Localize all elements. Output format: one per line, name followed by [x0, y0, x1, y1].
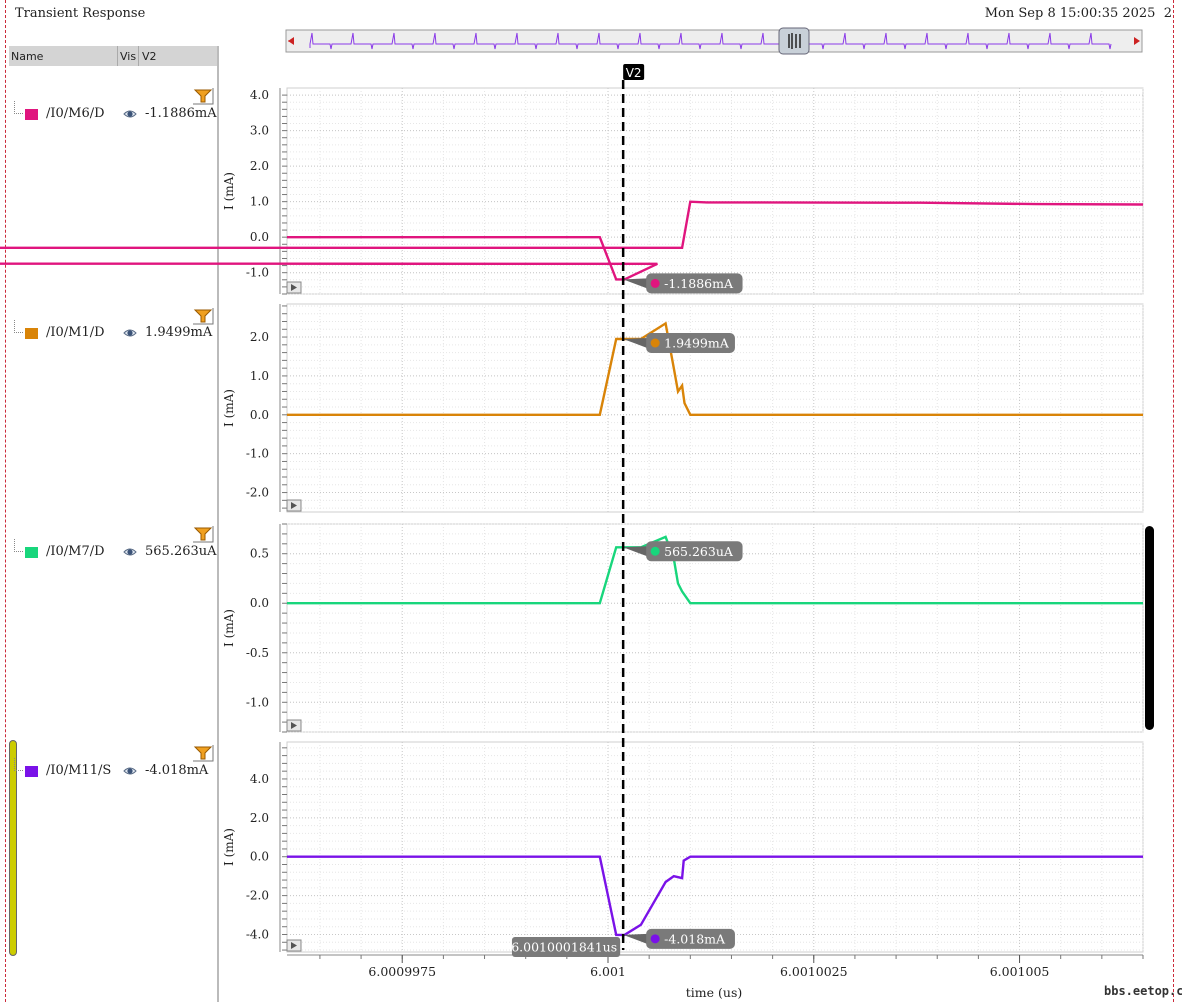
eye-icon[interactable] — [123, 326, 137, 340]
y-tick-label: -4.0 — [246, 928, 269, 942]
y-tick-label: -1.0 — [246, 695, 269, 709]
waveform-chart[interactable]: 4.0 3.0 2.0 1.0 0.0 -1.0 I (mA) -1.1886mA 2.0 1.0… — [0, 0, 1182, 1002]
trace-row[interactable]: /I0/M7/D 565.263uA — [9, 539, 217, 563]
eye-icon[interactable] — [123, 764, 137, 778]
tree-connector — [14, 539, 23, 552]
y-tick-label: 4.0 — [250, 88, 269, 102]
x-tick-label: 6.0010025 — [780, 964, 848, 979]
marker-value-label: 1.9499mA — [664, 335, 730, 350]
trace-cursor-value: 565.263uA — [145, 544, 217, 559]
subplot[interactable]: 4.0 2.0 0.0 -2.0 -4.0 I (mA) -4.018mA — [222, 741, 1144, 953]
cursor-name: V2 — [626, 66, 642, 80]
filter-icon[interactable] — [192, 744, 214, 762]
x-tick-label: 6.0009975 — [368, 964, 436, 979]
tree-connector — [14, 101, 23, 114]
trace-color-swatch[interactable] — [25, 109, 38, 120]
tree-connector — [14, 758, 23, 771]
trace-row[interactable]: /I0/M11/S -4.018mA — [9, 758, 217, 782]
y-tick-label: 3.0 — [250, 124, 269, 138]
overview-handle[interactable] — [778, 27, 810, 55]
x-tick-label: 6.001 — [590, 964, 626, 979]
x-tick-label: 6.001005 — [990, 964, 1050, 979]
trace-cursor-value: -4.018mA — [145, 763, 209, 778]
plot-area[interactable] — [286, 741, 1144, 953]
y-axis-label: I (mA) — [222, 828, 236, 866]
y-tick-label: 2.0 — [250, 811, 269, 825]
y-tick-label: 1.0 — [250, 195, 269, 209]
tree-connector — [14, 320, 23, 333]
y-tick-label: -0.5 — [246, 646, 269, 660]
trace-name: /I0/M1/D — [46, 325, 105, 340]
y-tick-label: -1.0 — [246, 266, 269, 280]
marker-dot — [650, 546, 660, 556]
trace-color-swatch[interactable] — [25, 547, 38, 558]
y-tick-label: 0.0 — [250, 408, 269, 422]
marker-value-label: -1.1886mA — [664, 276, 734, 291]
y-tick-label: 2.0 — [250, 330, 269, 344]
y-axis-label: I (mA) — [222, 609, 236, 647]
trace-color-swatch[interactable] — [25, 766, 38, 777]
trace-name: /I0/M11/S — [46, 763, 112, 778]
trace-name: /I0/M7/D — [46, 544, 105, 559]
y-axis-label: I (mA) — [222, 172, 236, 210]
marker-dot — [650, 278, 660, 288]
filter-icon[interactable] — [192, 525, 214, 543]
overview-strip[interactable] — [285, 29, 1143, 53]
filter-icon[interactable] — [192, 307, 214, 325]
marker-value-label: 565.263uA — [664, 544, 734, 559]
y-tick-label: 4.0 — [250, 772, 269, 786]
y-tick-label: 1.0 — [250, 369, 269, 383]
trace-row[interactable]: /I0/M6/D -1.1886mA — [9, 101, 217, 125]
y-tick-label: 0.0 — [250, 230, 269, 244]
cursor-x-value: 6.0010001841us — [511, 940, 617, 955]
subplot[interactable]: 0.5 0.0 -0.5 -1.0 I (mA) 565.263uA — [222, 523, 1144, 733]
y-tick-label: 0.5 — [250, 547, 269, 561]
eye-icon[interactable] — [123, 107, 137, 121]
y-tick-label: -1.0 — [246, 447, 269, 461]
marker-dot — [650, 934, 660, 944]
trace-cursor-value: 1.9499mA — [145, 325, 213, 340]
y-tick-label: -2.0 — [246, 486, 269, 500]
marker-value-label: -4.018mA — [664, 931, 726, 946]
filter-icon[interactable] — [192, 87, 214, 105]
trace-name: /I0/M6/D — [46, 106, 105, 121]
y-tick-label: -2.0 — [246, 889, 269, 903]
y-tick-label: 2.0 — [250, 159, 269, 173]
trace-cursor-value: -1.1886mA — [145, 106, 217, 121]
y-tick-label: 0.0 — [250, 596, 269, 610]
y-axis-label: I (mA) — [222, 389, 236, 427]
marker-dot — [650, 338, 660, 348]
y-tick-label: 0.0 — [250, 850, 269, 864]
eye-icon[interactable] — [123, 545, 137, 559]
trace-row[interactable]: /I0/M1/D 1.9499mA — [9, 320, 217, 344]
trace-color-swatch[interactable] — [25, 328, 38, 339]
subplot[interactable]: 2.0 1.0 0.0 -1.0 -2.0 I (mA) 1.9499mA — [222, 303, 1144, 513]
x-axis-label: time (us) — [686, 985, 742, 1000]
